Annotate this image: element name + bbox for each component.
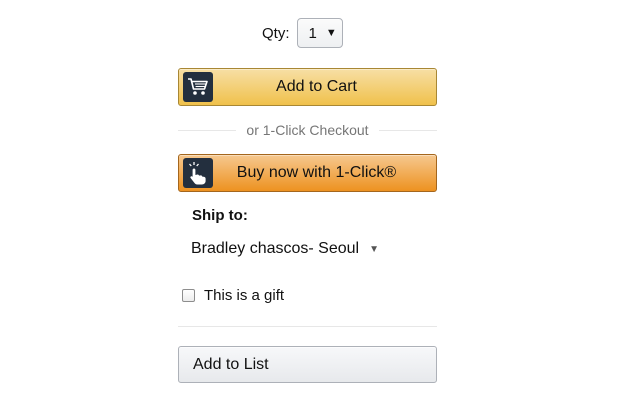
add-to-list-label: Add to List [193, 355, 269, 373]
ship-to-address: Bradley chascos- Seoul [191, 240, 360, 257]
chevron-down-icon: ▼ [325, 27, 337, 39]
gift-label: This is a gift [204, 286, 285, 304]
ship-to-address-dropdown[interactable]: Bradley chascos- Seoul ▼ [191, 238, 379, 260]
quantity-value: 1 [308, 24, 317, 42]
add-to-cart-label: Add to Cart [276, 78, 357, 95]
cart-icon [183, 72, 213, 102]
gift-option-row[interactable]: This is a gift [182, 285, 284, 305]
buy-now-button[interactable]: Buy now with 1-Click® [178, 154, 437, 192]
add-to-list-button[interactable]: Add to List [178, 346, 437, 383]
one-click-divider: or 1-Click Checkout [178, 120, 437, 140]
quantity-label: Qty: [262, 24, 290, 42]
section-divider [178, 326, 437, 327]
quantity-row: Qty: 1 ▼ [262, 18, 343, 48]
gift-checkbox[interactable] [182, 288, 195, 302]
divider-line-left [178, 129, 237, 131]
quantity-select[interactable]: 1 ▼ [296, 18, 343, 48]
one-click-divider-text: or 1-Click Checkout [246, 122, 369, 138]
add-to-cart-button[interactable]: Add to Cart [178, 68, 437, 106]
hand-pointer-icon [183, 158, 213, 188]
caret-down-icon: ▼ [369, 243, 379, 255]
divider-line-right [378, 129, 437, 131]
ship-to-heading: Ship to: [192, 207, 248, 224]
buy-now-label: Buy now with 1-Click® [236, 164, 397, 181]
